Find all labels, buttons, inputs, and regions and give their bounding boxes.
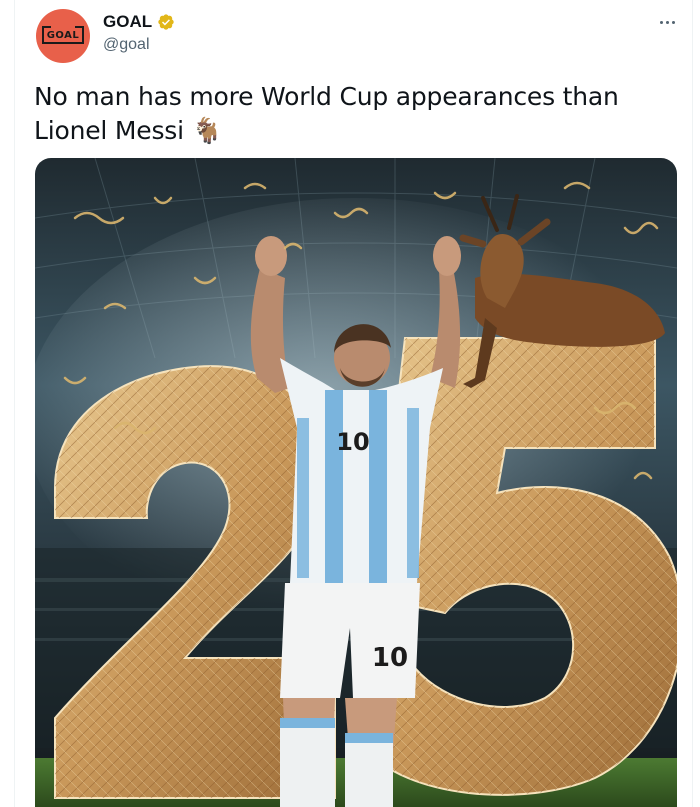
author-name-row: GOAL	[103, 12, 175, 32]
tweet-image[interactable]: 10 10	[35, 158, 677, 807]
verified-badge-icon	[158, 14, 174, 30]
account-handle[interactable]: @goal	[103, 36, 150, 54]
more-options-button[interactable]	[655, 12, 679, 32]
tweet-text: No man has more World Cup appearances th…	[34, 82, 619, 145]
shorts-number: 10	[372, 643, 408, 673]
more-horizontal-icon	[659, 20, 663, 24]
messi-25-artwork: 10 10	[35, 158, 677, 807]
display-name[interactable]: GOAL	[103, 12, 152, 32]
goal-logo-icon: GOAL	[42, 26, 84, 44]
timeline-border-right	[692, 0, 693, 807]
avatar[interactable]: GOAL	[36, 9, 90, 63]
jersey-number: 10	[336, 428, 369, 456]
timeline-border-left	[14, 0, 15, 807]
